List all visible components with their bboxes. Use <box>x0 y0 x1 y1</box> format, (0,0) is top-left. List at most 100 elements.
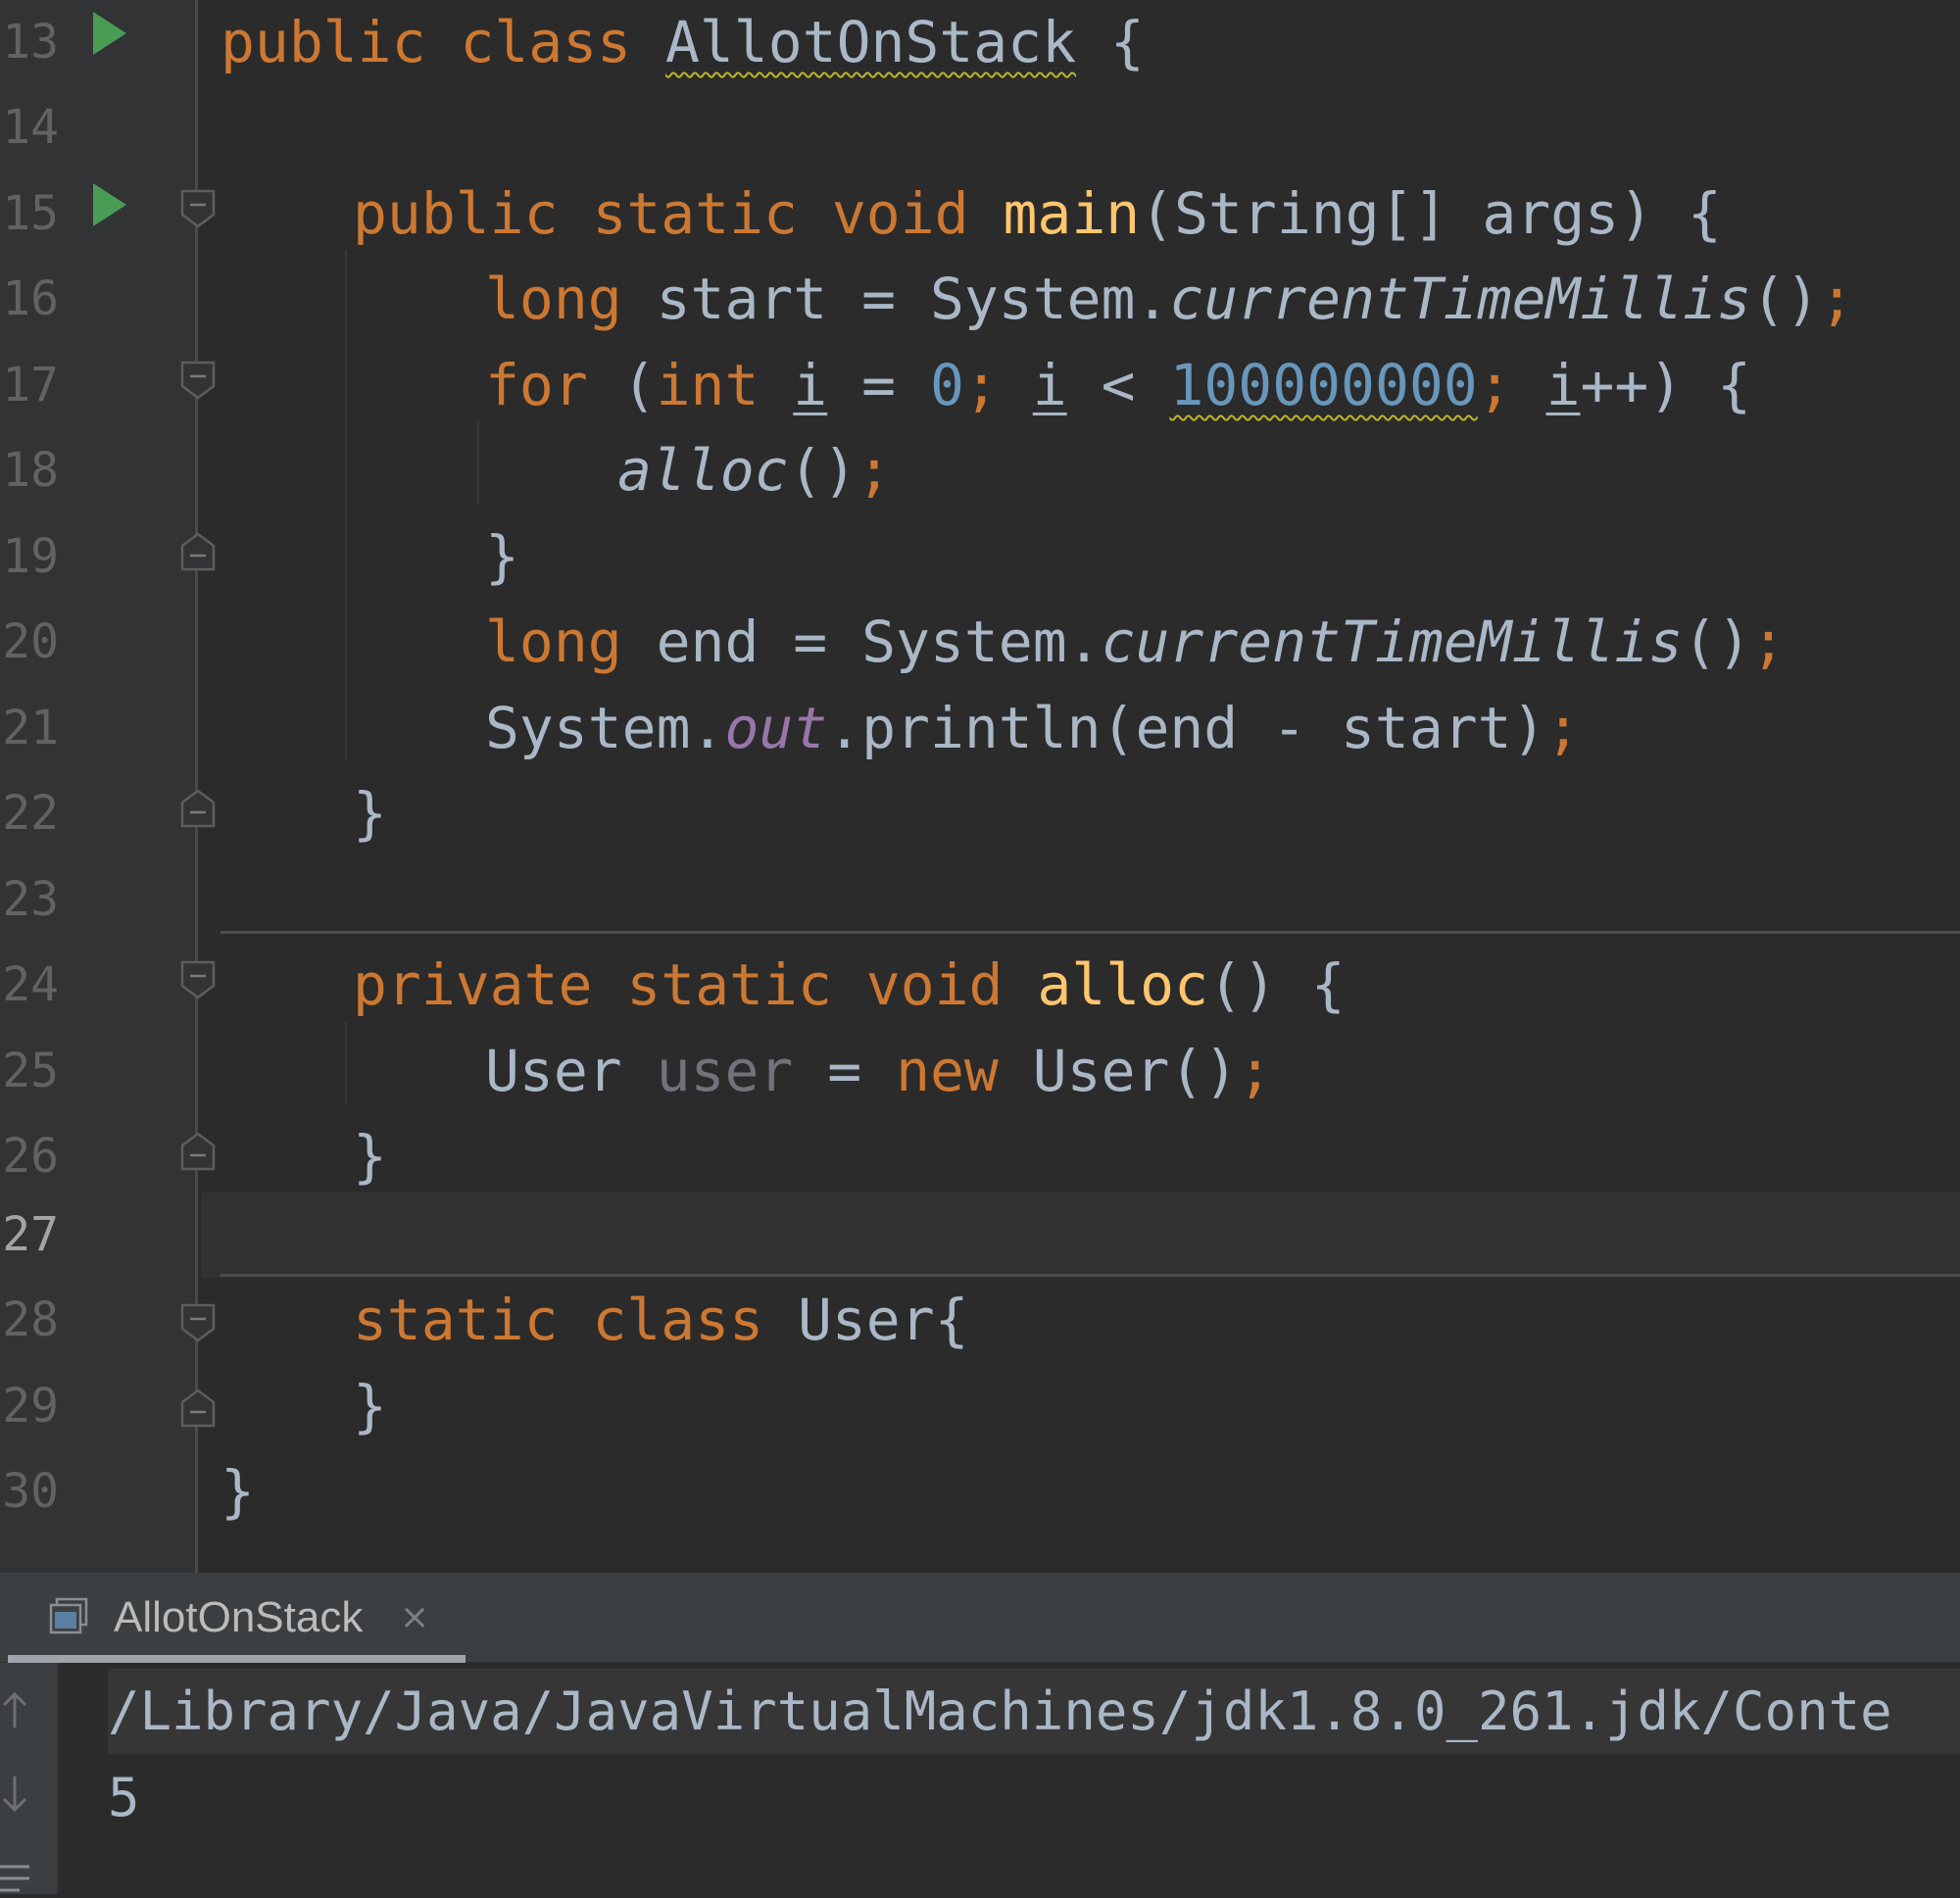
line-number: 19 <box>2 529 59 584</box>
fold-marker-icon[interactable] <box>180 789 216 828</box>
code-line-20[interactable]: long end = System.currentTimeMillis(); <box>485 600 1786 685</box>
fold-marker-icon[interactable] <box>180 1388 216 1428</box>
console-output-line[interactable]: 5 <box>108 1755 140 1840</box>
brace: } <box>220 1458 255 1525</box>
code-line-28[interactable]: static class User{ <box>353 1278 969 1363</box>
fold-marker-icon[interactable] <box>180 960 216 999</box>
code-text: (String[] args) { <box>1140 180 1722 247</box>
keyword: static <box>353 1287 559 1353</box>
line-number: 18 <box>2 443 59 498</box>
line-number: 24 <box>2 957 59 1012</box>
line-number: 14 <box>2 100 59 155</box>
line-number: 30 <box>2 1464 59 1519</box>
class-name: AllotOnStack <box>664 9 1076 75</box>
code-line-21[interactable]: System.out.println(end - start); <box>485 686 1580 771</box>
code-line-16[interactable]: long start = System.currentTimeMillis(); <box>485 257 1854 342</box>
static-field: out <box>724 695 828 761</box>
code-text: ( <box>587 352 657 418</box>
code-line-18[interactable]: alloc(); <box>617 428 891 513</box>
brace: { <box>1109 9 1145 75</box>
keyword: long <box>485 266 622 332</box>
code-text: .println(end - start) <box>827 695 1546 761</box>
line-number: 23 <box>2 872 59 927</box>
keyword: long <box>485 608 622 675</box>
line-number: 21 <box>2 701 59 755</box>
brace: } <box>485 523 519 590</box>
run-gutter-icon[interactable] <box>93 183 126 226</box>
keyword: void <box>831 180 969 247</box>
run-side-toolbar <box>0 1663 59 1894</box>
active-tab-indicator <box>8 1655 466 1663</box>
line-number: 26 <box>2 1129 59 1184</box>
method-name: main <box>1003 180 1141 247</box>
semicolon: ; <box>1545 695 1581 761</box>
close-icon[interactable]: × <box>400 1573 429 1663</box>
code-line-29[interactable]: } <box>353 1364 387 1449</box>
indent-guide <box>477 421 479 505</box>
semicolon: ; <box>1238 1038 1273 1104</box>
code-text: () { <box>1208 951 1346 1018</box>
code-line-30[interactable]: } <box>220 1449 255 1534</box>
number-literal: 0 <box>929 352 964 418</box>
fold-marker-icon[interactable] <box>180 361 216 400</box>
code-line-19[interactable]: } <box>485 514 519 600</box>
method-separator <box>220 931 1960 934</box>
code-line-22[interactable]: } <box>353 771 387 856</box>
code-text: () <box>1683 608 1752 675</box>
keyword: void <box>865 951 1004 1018</box>
fold-marker-icon[interactable] <box>180 1132 216 1171</box>
static-method-call: currentTimeMillis <box>1169 266 1752 332</box>
loop-variable: i <box>1032 352 1067 418</box>
static-method-call: currentTimeMillis <box>1101 608 1684 675</box>
brace: } <box>353 1123 387 1190</box>
semicolon: ; <box>1819 266 1854 332</box>
loop-variable: i <box>793 352 828 418</box>
code-line-15[interactable]: public static void main(String[] args) { <box>353 171 1722 257</box>
keyword: for <box>485 352 588 418</box>
method-name: alloc <box>1037 951 1209 1018</box>
code-editor[interactable]: 13 14 15 16 17 18 19 20 21 22 23 24 25 2… <box>0 0 1960 1573</box>
code-text: start = System. <box>621 266 1170 332</box>
run-tab-bar: AllotOnStack × <box>0 1573 1960 1663</box>
code-text: User() <box>998 1038 1239 1104</box>
loop-variable: i <box>1545 352 1581 418</box>
code-text: = <box>793 1038 897 1104</box>
code-line-24[interactable]: private static void alloc() { <box>353 943 1346 1028</box>
indent-guide <box>345 1022 347 1103</box>
semicolon: ; <box>857 437 892 504</box>
fold-marker-icon[interactable] <box>180 532 216 571</box>
semicolon: ; <box>1751 608 1786 675</box>
code-text: ++) { <box>1580 352 1752 418</box>
wrap-icon[interactable] <box>0 1855 29 1898</box>
code-line-17[interactable]: for (int i = 0; i < 100000000; i++) { <box>485 343 1751 428</box>
code-line-13[interactable]: public class AllotOnStack { <box>220 0 1145 85</box>
arrow-down-icon[interactable] <box>0 1773 29 1816</box>
line-number: 15 <box>2 186 59 241</box>
brace: } <box>353 1373 387 1439</box>
fold-marker-icon[interactable] <box>180 189 216 228</box>
indent-guide <box>345 250 347 759</box>
number-literal: 100000000 <box>1169 352 1478 418</box>
code-line-26[interactable]: } <box>353 1114 387 1199</box>
brace: } <box>353 780 387 847</box>
keyword: public <box>220 9 426 75</box>
console-icon <box>49 1597 88 1634</box>
run-gutter-icon[interactable] <box>93 12 126 55</box>
fold-marker-icon[interactable] <box>180 1303 216 1342</box>
method-separator <box>220 1274 1960 1277</box>
current-line-highlight <box>201 1192 1960 1278</box>
static-method-call: alloc <box>617 437 789 504</box>
run-tab-allotonstack[interactable]: AllotOnStack × <box>8 1573 466 1663</box>
keyword: class <box>460 9 632 75</box>
keyword: new <box>896 1038 999 1104</box>
semicolon: ; <box>963 352 999 418</box>
console-command-line[interactable]: /Library/Java/JavaVirtualMachines/jdk1.8… <box>108 1669 1960 1754</box>
code-text: () <box>1751 266 1820 332</box>
line-number: 28 <box>2 1292 59 1347</box>
code-line-25[interactable]: User user = new User(); <box>485 1029 1272 1114</box>
code-text: = <box>827 352 930 418</box>
keyword: static <box>626 951 832 1018</box>
arrow-up-icon[interactable] <box>0 1688 29 1731</box>
